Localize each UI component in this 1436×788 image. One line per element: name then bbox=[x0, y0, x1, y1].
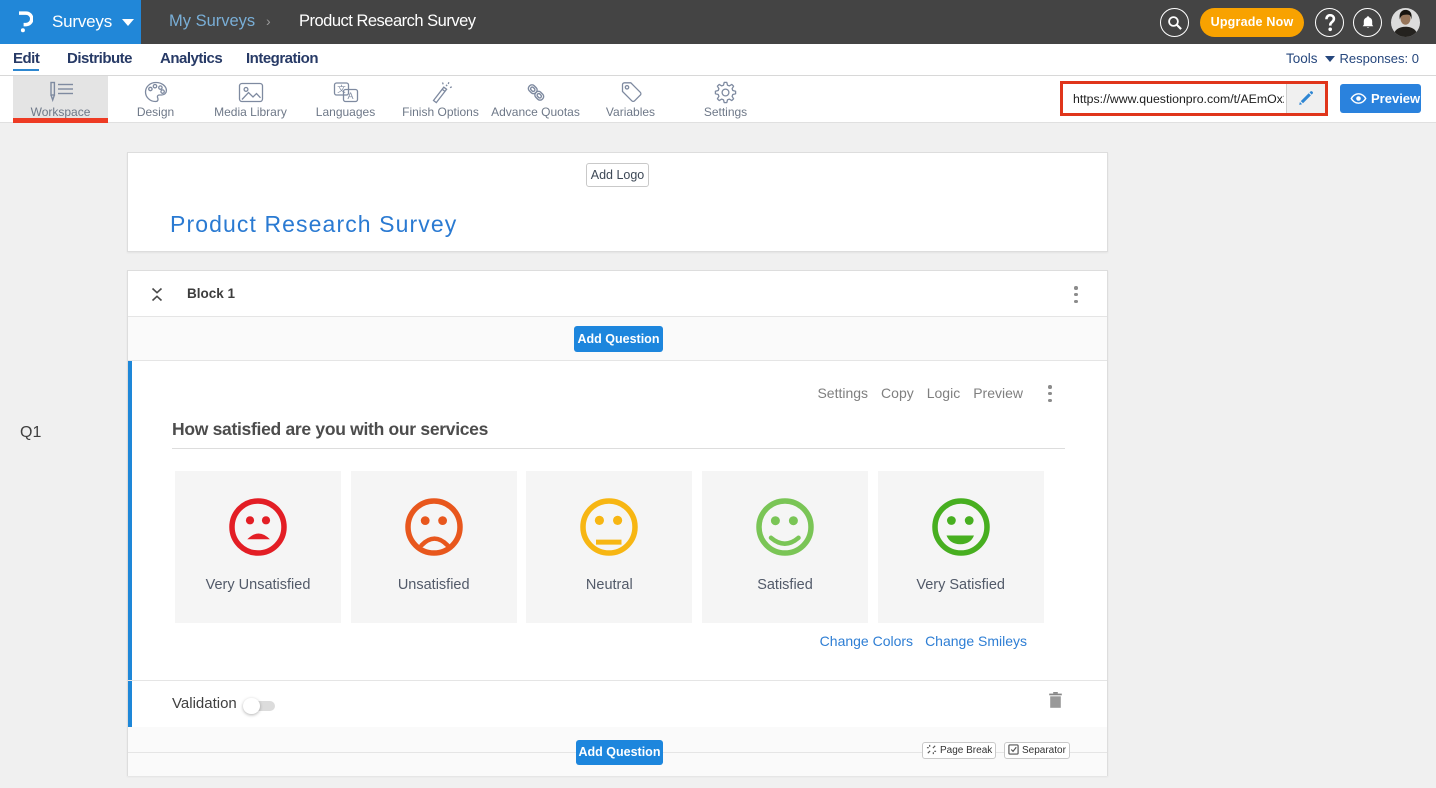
svg-text:A: A bbox=[347, 91, 353, 101]
svg-text:文: 文 bbox=[337, 84, 346, 94]
